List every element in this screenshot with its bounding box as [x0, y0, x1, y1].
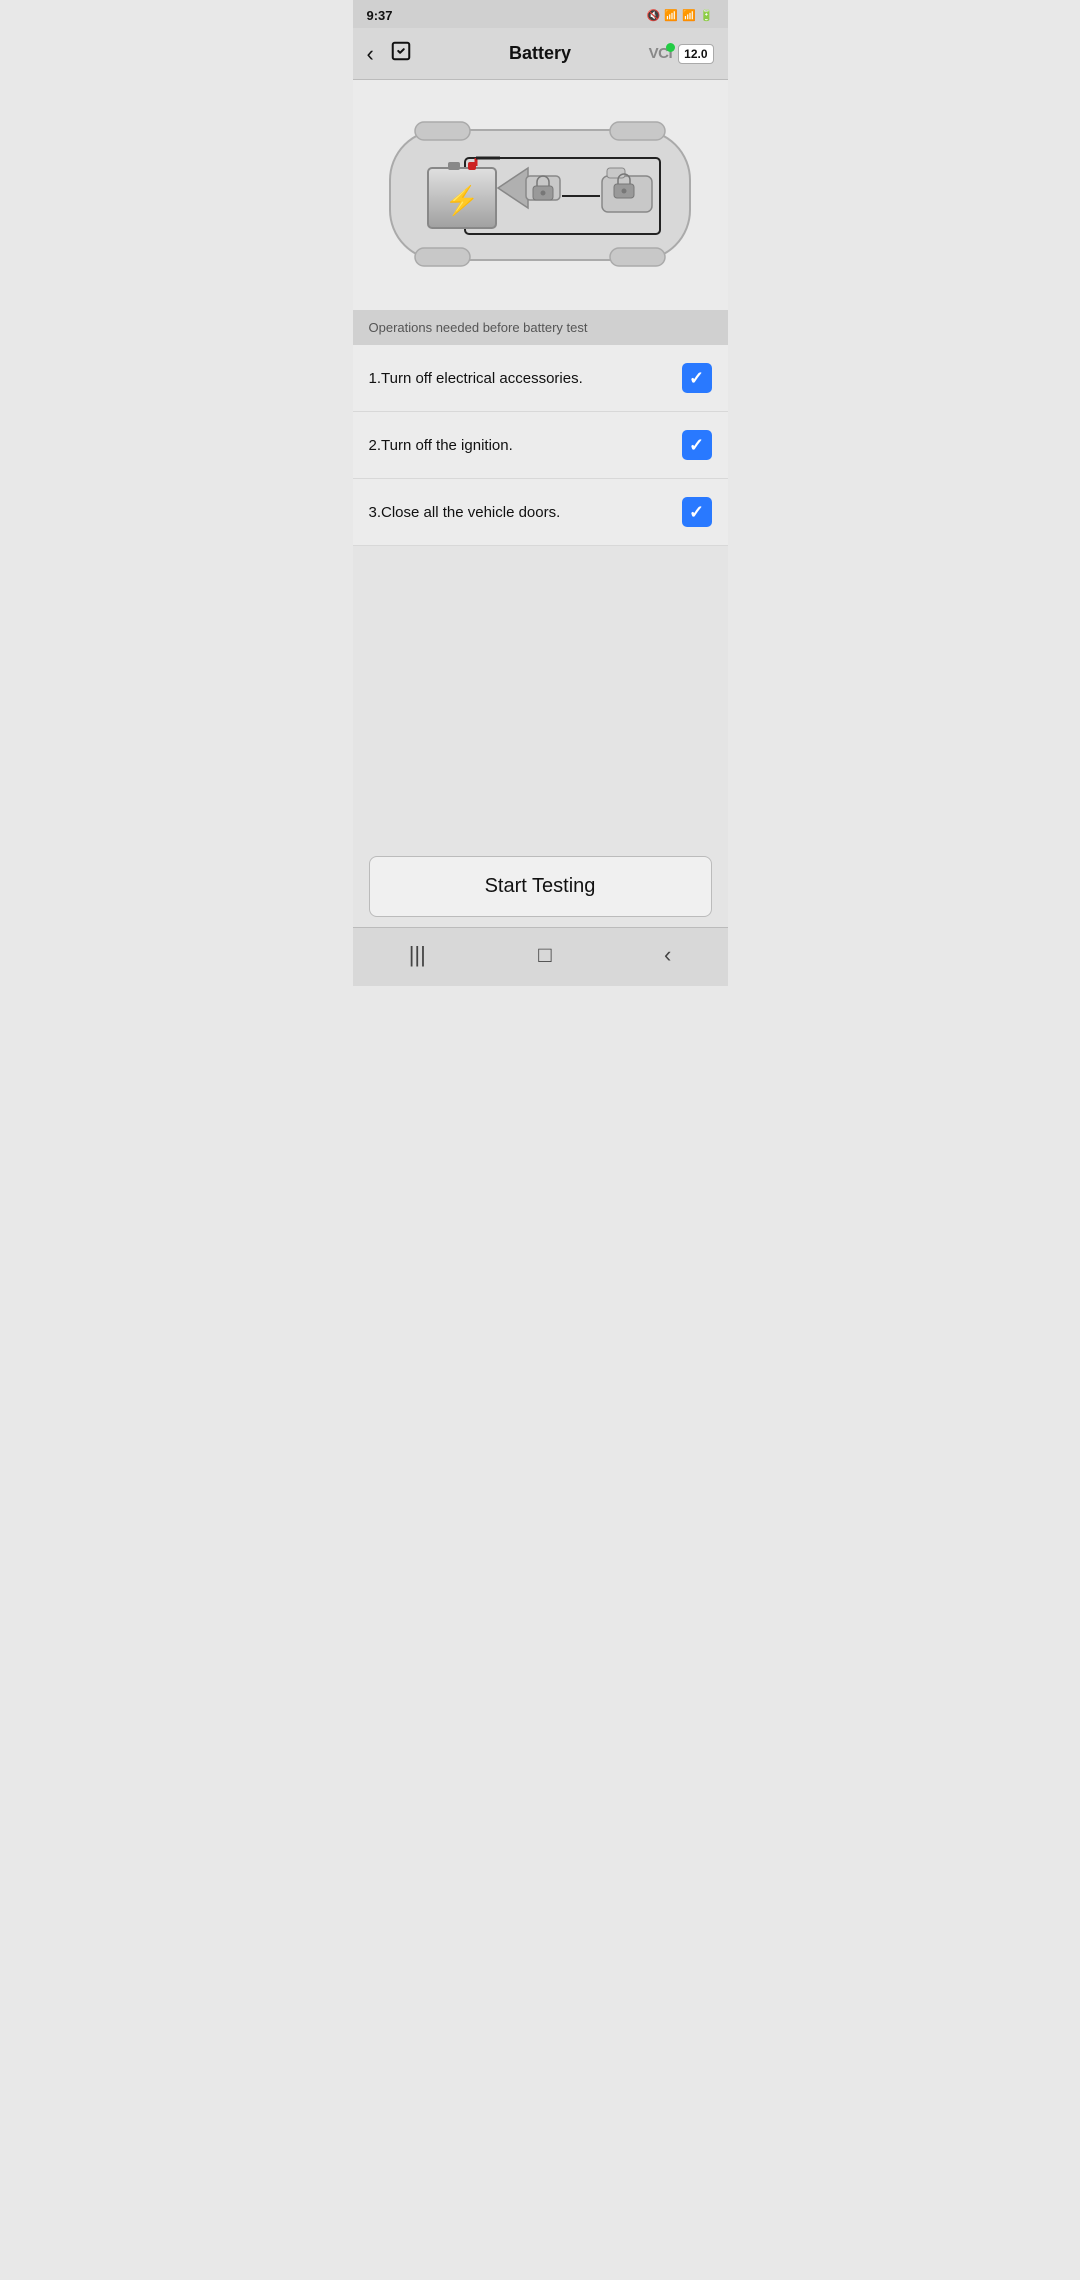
header-left: ‹ [367, 40, 412, 68]
back-nav-button[interactable]: ‹ [644, 938, 691, 972]
checklist-item-1: 1.Turn off electrical accessories. ✓ [353, 345, 728, 412]
section-label: Operations needed before battery test [353, 310, 728, 345]
menu-button[interactable]: ||| [389, 938, 446, 972]
checkmark-3: ✓ [689, 503, 704, 521]
home-button[interactable]: □ [518, 938, 571, 972]
start-button-wrap: Start Testing [353, 846, 728, 927]
status-bar: 9:37 🔇 📶 📶 🔋 [353, 0, 728, 28]
empty-area [353, 546, 728, 846]
header: ‹ Battery VCI 12.0 [353, 28, 728, 80]
checklist-item-3: 3.Close all the vehicle doors. ✓ [353, 479, 728, 546]
section-label-text: Operations needed before battery test [369, 320, 588, 335]
vci-connected-dot [666, 43, 675, 52]
mute-icon: 🔇 [647, 9, 661, 22]
vci-badge: VCI [649, 45, 673, 62]
header-right: VCI 12.0 [649, 44, 714, 64]
share-button[interactable] [390, 40, 412, 68]
back-button[interactable]: ‹ [367, 43, 374, 65]
checklist-item-2: 2.Turn off the ignition. ✓ [353, 412, 728, 479]
checkbox-3[interactable]: ✓ [682, 497, 712, 527]
checklist-text-1: 1.Turn off electrical accessories. [369, 370, 682, 387]
battery-icon: 🔋 [700, 9, 714, 22]
wifi-icon: 📶 [664, 9, 678, 22]
checklist-text-3: 3.Close all the vehicle doors. [369, 504, 682, 521]
page-title: Battery [509, 43, 571, 64]
checkmark-1: ✓ [689, 369, 704, 387]
checklist: 1.Turn off electrical accessories. ✓ 2.T… [353, 345, 728, 546]
svg-text:⚡: ⚡ [445, 184, 480, 217]
car-diagram: ⚡ [353, 80, 728, 310]
signal-icon: 📶 [682, 9, 696, 22]
checkbox-1[interactable]: ✓ [682, 363, 712, 393]
checkmark-2: ✓ [689, 436, 704, 454]
voltage-badge: 12.0 [678, 44, 713, 64]
checklist-text-2: 2.Turn off the ignition. [369, 437, 682, 454]
bottom-nav: ||| □ ‹ [353, 927, 728, 986]
car-svg: ⚡ [370, 100, 710, 290]
start-testing-button[interactable]: Start Testing [369, 856, 712, 917]
status-time: 9:37 [367, 8, 393, 23]
checkbox-2[interactable]: ✓ [682, 430, 712, 460]
status-icons: 🔇 📶 📶 🔋 [647, 9, 714, 22]
